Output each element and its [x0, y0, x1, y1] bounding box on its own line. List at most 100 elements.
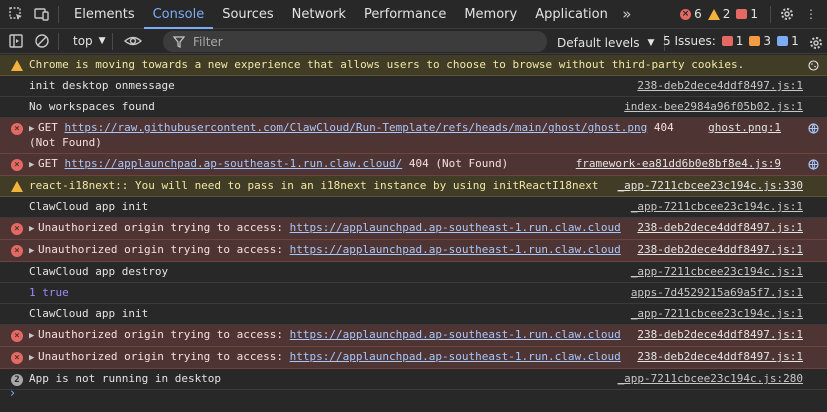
- issue-count[interactable]: 1: [736, 7, 758, 21]
- issue-error-icon: [721, 36, 733, 46]
- source-link[interactable]: _app-7211cbcee23c194c.js:1: [631, 307, 803, 321]
- console-message-row: ClawCloud app destroy _app-7211cbcee23c19…: [0, 262, 827, 283]
- message-text: Unauthorized origin trying to access:: [38, 328, 290, 341]
- tab-sources[interactable]: Sources: [213, 0, 282, 29]
- error-count[interactable]: × 6: [680, 7, 702, 21]
- tab-network[interactable]: Network: [283, 0, 355, 29]
- settings-gear-icon[interactable]: [777, 4, 797, 24]
- message-url-link[interactable]: https://applaunchpad.ap-southeast-1.run.…: [290, 350, 621, 363]
- console-message-row: 1 true apps-7d4529215a69a5f7.js:1: [0, 283, 827, 304]
- message-url-link[interactable]: https://applaunchpad.ap-southeast-1.run.…: [290, 328, 621, 341]
- console-message-row: ClawCloud app init _app-7211cbcee23c194c.…: [0, 304, 827, 325]
- console-message-row: × ▶ GET https://raw.githubusercontent.com/…: [0, 118, 827, 154]
- expand-triangle-icon[interactable]: ▶: [29, 122, 38, 136]
- tab-performance[interactable]: Performance: [355, 0, 455, 29]
- message-text: GET: [38, 121, 65, 134]
- message-text: (Not Found): [29, 136, 102, 149]
- device-toolbar-icon[interactable]: [32, 4, 52, 24]
- tab-memory[interactable]: Memory: [455, 0, 526, 29]
- source-link[interactable]: _app-7211cbcee23c194c.js:1: [631, 265, 803, 279]
- divider: [58, 32, 59, 50]
- warning-icon: [11, 60, 23, 71]
- error-icon: ×: [11, 123, 23, 135]
- sidebar-toggle-icon[interactable]: [6, 31, 26, 51]
- console-messages: Chrome is moving towards a new experienc…: [0, 55, 827, 390]
- clear-console-icon[interactable]: [32, 31, 52, 51]
- console-message-row: No workspaces found index-bee2984a96f05b0…: [0, 97, 827, 118]
- expand-triangle-icon[interactable]: ▶: [29, 329, 38, 343]
- tab-console[interactable]: Console: [143, 0, 214, 29]
- source-link[interactable]: 238-deb2dece4ddf8497.js:1: [637, 243, 803, 257]
- divider: [770, 5, 771, 23]
- filter-input[interactable]: [191, 33, 535, 50]
- tab-application[interactable]: Application: [526, 0, 617, 29]
- console-message-row: × ▶ Unauthorized origin trying to access: …: [0, 240, 827, 262]
- message-text: react-i18next:: You will need to pass in…: [29, 179, 599, 192]
- error-icon: ×: [680, 8, 692, 20]
- context-selector[interactable]: top ▼: [73, 34, 106, 48]
- issue-icon: [736, 9, 748, 19]
- expand-triangle-icon[interactable]: ▶: [29, 158, 38, 172]
- warning-icon: [11, 181, 23, 192]
- message-text: ClawCloud app init: [29, 307, 149, 320]
- console-message-row: ClawCloud app init _app-7211cbcee23c194c.…: [0, 197, 827, 218]
- message-text: 1 true: [29, 286, 69, 299]
- source-link[interactable]: framework-ea81dd6b0e8bf8e4.js:9: [576, 157, 781, 171]
- more-options-icon[interactable]: ⋮: [801, 4, 821, 24]
- devtools-tab-bar: Elements Console Sources Network Perform…: [0, 0, 827, 29]
- expand-triangle-icon[interactable]: ▶: [29, 351, 38, 365]
- console-message-row: × ▶ Unauthorized origin trying to access: …: [0, 218, 827, 240]
- tab-elements[interactable]: Elements: [65, 0, 144, 29]
- message-url-link[interactable]: https://raw.githubusercontent.com/ClawCl…: [65, 121, 648, 134]
- console-message-row: init desktop onmessage 238-deb2dece4ddf84…: [0, 76, 827, 97]
- source-link[interactable]: 238-deb2dece4ddf8497.js:1: [637, 79, 803, 93]
- log-levels-dropdown[interactable]: Default levels ▼: [557, 34, 671, 51]
- console-prompt[interactable]: ›: [10, 386, 15, 401]
- console-message-row: × ▶ Unauthorized origin trying to access: …: [0, 325, 827, 347]
- message-status: 404: [647, 121, 674, 134]
- source-link[interactable]: 238-deb2dece4ddf8497.js:1: [637, 221, 803, 235]
- source-link[interactable]: 238-deb2dece4ddf8497.js:1: [637, 350, 803, 364]
- divider: [58, 5, 59, 23]
- console-message-row: Chrome is moving towards a new experienc…: [0, 55, 827, 76]
- expand-triangle-icon[interactable]: ▶: [29, 222, 38, 236]
- filter-field[interactable]: [163, 31, 547, 52]
- expand-triangle-icon[interactable]: ▶: [29, 244, 38, 258]
- message-url-link[interactable]: https://applaunchpad.ap-southeast-1.run.…: [290, 221, 621, 234]
- message-text: Unauthorized origin trying to access:: [38, 243, 290, 256]
- cookie-icon[interactable]: [808, 60, 819, 71]
- issues-button[interactable]: 5 Issues: 1 3 1: [663, 34, 799, 48]
- source-link[interactable]: _app-7211cbcee23c194c.js:330: [618, 179, 803, 193]
- filter-funnel-icon: [173, 35, 185, 48]
- console-message-row: 2 App is not running in desktop _app-7211c…: [0, 369, 827, 390]
- warning-icon: [707, 8, 720, 20]
- message-text: Unauthorized origin trying to access:: [38, 221, 290, 234]
- console-message-row: × ▶ Unauthorized origin trying to access: …: [0, 347, 827, 369]
- source-link[interactable]: 238-deb2dece4ddf8497.js:1: [637, 328, 803, 342]
- message-status: 404 (Not Found): [402, 157, 509, 170]
- console-settings-gear-icon[interactable]: [806, 33, 826, 53]
- source-link[interactable]: _app-7211cbcee23c194c.js:280: [618, 372, 803, 386]
- error-icon: ×: [11, 159, 23, 171]
- more-tabs-icon[interactable]: »: [617, 4, 637, 24]
- message-url-link[interactable]: https://applaunchpad.ap-southeast-1.run.…: [65, 157, 403, 170]
- source-link[interactable]: ghost.png:1: [708, 121, 781, 135]
- message-text: Chrome is moving towards a new experienc…: [29, 58, 745, 71]
- chevron-down-icon: ▼: [647, 37, 655, 48]
- message-text: init desktop onmessage: [29, 79, 175, 92]
- console-message-row: × ▶ GET https://applaunchpad.ap-southeast-…: [0, 154, 827, 176]
- source-link[interactable]: _app-7211cbcee23c194c.js:1: [631, 200, 803, 214]
- chevron-down-icon: ▼: [98, 36, 106, 46]
- message-text: No workspaces found: [29, 100, 155, 113]
- inspect-element-icon[interactable]: [6, 4, 26, 24]
- source-link[interactable]: apps-7d4529215a69a5f7.js:1: [631, 286, 803, 300]
- network-request-icon[interactable]: [808, 123, 819, 135]
- source-link[interactable]: index-bee2984a96f05b02.js:1: [624, 100, 803, 114]
- network-request-icon[interactable]: [808, 159, 819, 171]
- error-icon: ×: [11, 330, 23, 342]
- message-url-link[interactable]: https://applaunchpad.ap-southeast-1.run.…: [290, 243, 621, 256]
- warning-count[interactable]: 2: [707, 7, 730, 21]
- message-text: App is not running in desktop: [29, 372, 222, 385]
- message-text: ClawCloud app destroy: [29, 265, 169, 278]
- live-expression-eye-icon[interactable]: [123, 31, 143, 51]
